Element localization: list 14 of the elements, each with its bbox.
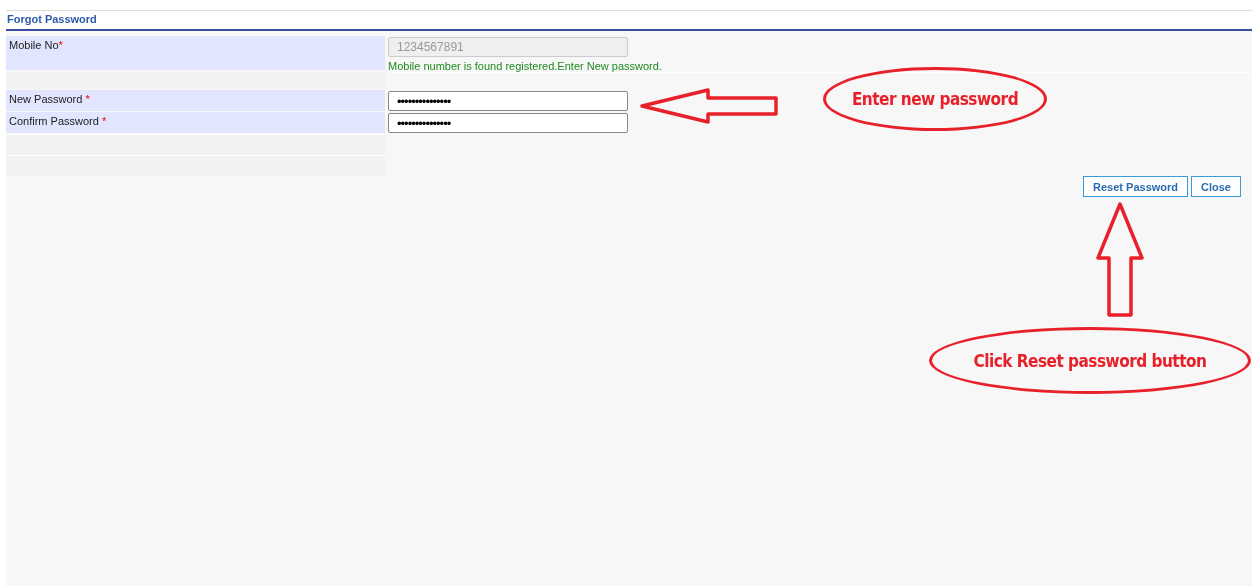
panel-title: Forgot Password bbox=[7, 13, 97, 25]
required-mark: * bbox=[101, 115, 107, 127]
close-button[interactable]: Close bbox=[1191, 176, 1241, 197]
status-message: Mobile number is found registered.Enter New password. bbox=[388, 60, 662, 72]
callout-bubble: Click Reset password button bbox=[929, 327, 1251, 394]
field-label: Mobile No bbox=[9, 39, 59, 51]
reset-password-button[interactable]: Reset Password bbox=[1083, 176, 1189, 197]
field-label: Confirm Password bbox=[9, 115, 100, 127]
required-mark: * bbox=[85, 93, 90, 105]
password-field[interactable]: ••••••••••••••• bbox=[388, 91, 628, 111]
required-mark: * bbox=[58, 39, 63, 51]
password-field[interactable]: ••••••••••••••• bbox=[388, 113, 628, 133]
field-label: New Password bbox=[9, 93, 84, 105]
callout-bubble: Enter new password bbox=[823, 67, 1047, 131]
